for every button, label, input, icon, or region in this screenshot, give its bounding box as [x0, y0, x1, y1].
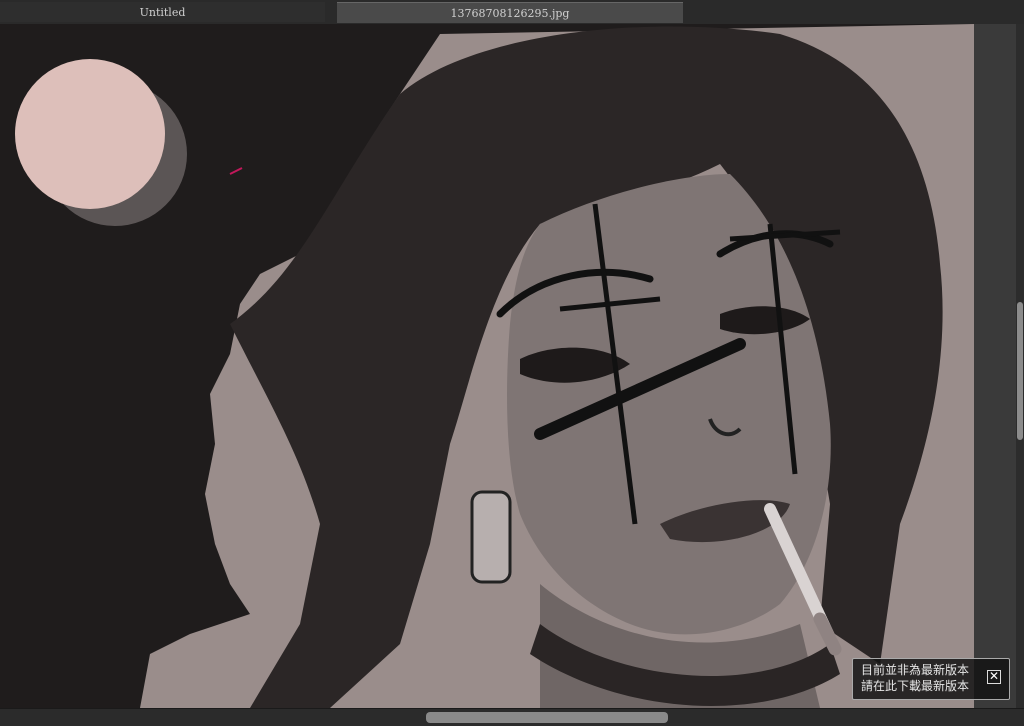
vertical-scroll-thumb[interactable] — [1017, 302, 1023, 440]
tab-active-image[interactable]: 1376870812629​5.jpg — [337, 2, 683, 23]
artwork-illustration — [15, 24, 974, 708]
pink-color-swatch — [15, 59, 187, 226]
tab-untitled[interactable]: Untitled — [0, 2, 325, 22]
drawing-canvas[interactable] — [0, 24, 974, 708]
notification-line-1: 目前並非為最新版本 — [861, 663, 970, 677]
horizontal-scrollbar[interactable] — [0, 708, 1024, 726]
stray-stroke — [229, 167, 243, 175]
document-tab-bar: Untitled 1376870812629​5.jpg — [0, 0, 1024, 25]
update-notification[interactable]: 目前並非為最新版本 請在此下載最新版本 ✕ — [852, 658, 1010, 700]
vertical-scrollbar[interactable] — [974, 24, 1024, 708]
close-box-icon[interactable]: ✕ — [987, 670, 1001, 684]
earring — [470, 490, 512, 584]
notification-line-2[interactable]: 請在此下載最新版本 — [861, 679, 969, 694]
horizontal-scroll-thumb[interactable] — [426, 712, 668, 723]
